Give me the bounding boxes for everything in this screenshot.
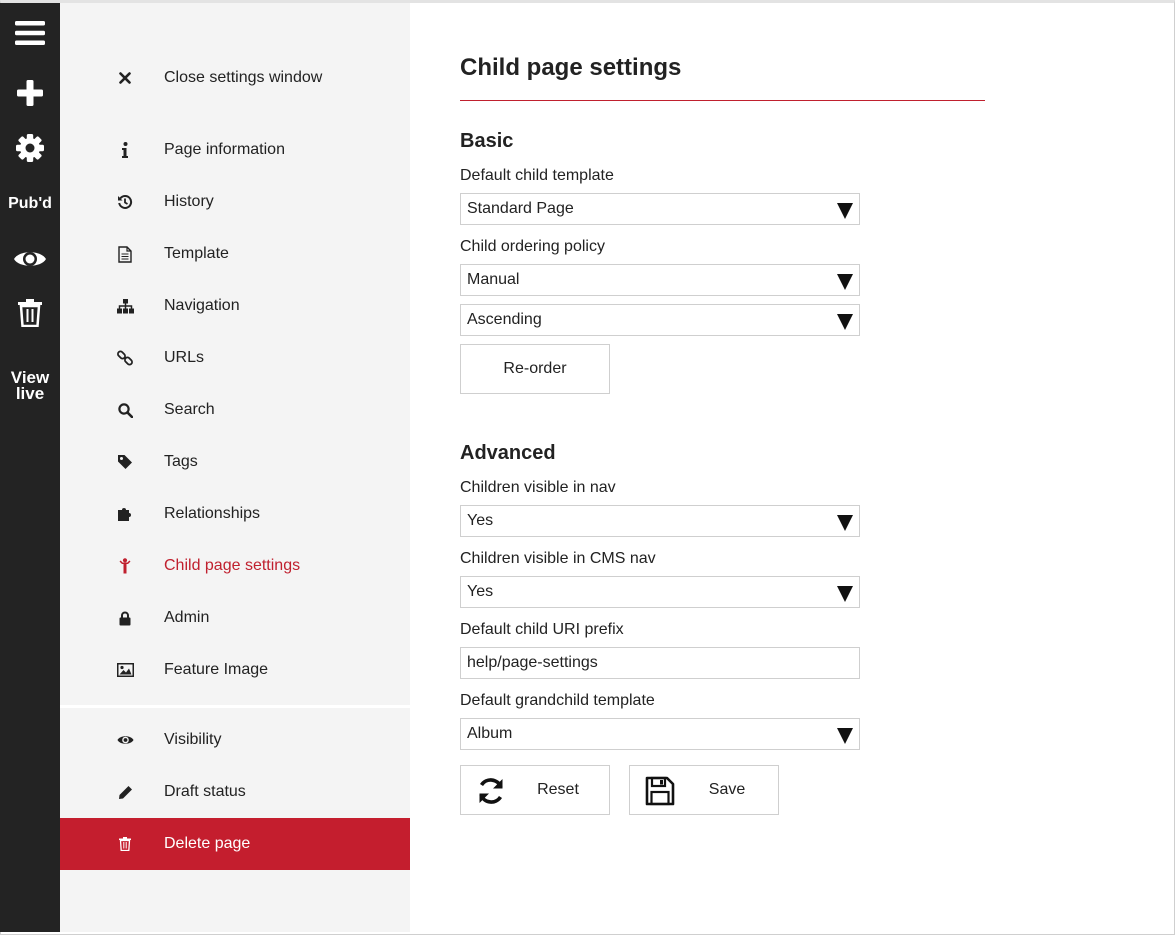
dropdown-arrow-icon	[837, 203, 853, 219]
sidebar-item-page-information[interactable]: Page information	[60, 124, 410, 176]
default-child-template-select[interactable]: Standard Page	[460, 193, 860, 225]
sidebar-divider	[60, 705, 410, 708]
reorder-button-label: Re-order	[503, 360, 567, 377]
select-value: Ascending	[467, 311, 542, 328]
published-status-button[interactable]: Pub'd	[0, 189, 60, 219]
preview-button[interactable]	[0, 241, 60, 277]
sidebar-item-label: Visibility	[164, 731, 222, 748]
select-value: Standard Page	[467, 200, 574, 217]
sidebar-item-child-page-settings[interactable]: Child page settings	[60, 540, 410, 592]
published-status-label: Pub'd	[8, 195, 52, 212]
add-page-button[interactable]	[0, 75, 60, 111]
view-live-line2: live	[15, 384, 45, 403]
delete-page-rail-button[interactable]	[0, 295, 60, 331]
document-icon	[116, 245, 134, 263]
save-button-label: Save	[708, 781, 746, 798]
sidebar-item-label: Feature Image	[164, 661, 269, 678]
trash-icon	[116, 835, 134, 853]
dropdown-arrow-icon	[837, 314, 853, 330]
history-icon	[116, 193, 134, 211]
sidebar-item-label: Tags	[164, 453, 198, 470]
default-child-uri-prefix-input[interactable]	[460, 647, 860, 679]
select-value: Yes	[467, 512, 494, 529]
sidebar-item-label: Search	[164, 401, 215, 418]
sidebar-item-draft-status[interactable]: Draft status	[60, 766, 410, 818]
sidebar-item-template[interactable]: Template	[60, 228, 410, 280]
select-value: Manual	[467, 271, 520, 288]
view-live-button[interactable]: View live	[0, 366, 60, 406]
eye-icon	[14, 252, 46, 266]
sidebar-item-label: Page information	[164, 141, 285, 158]
settings-sidebar: Close settings window Page information H…	[60, 3, 410, 932]
gear-icon	[16, 134, 44, 162]
children-visible-nav-label: Children visible in nav	[460, 479, 616, 496]
link-icon	[116, 349, 134, 367]
sidebar-item-label: History	[164, 193, 214, 210]
eye-icon	[116, 731, 134, 749]
select-value: Album	[467, 725, 513, 742]
sidebar-item-label: Delete page	[164, 835, 251, 852]
sidebar-item-label: URLs	[164, 349, 205, 366]
sidebar-item-label: Close settings window	[164, 69, 323, 86]
sidebar-item-label: Relationships	[164, 505, 261, 522]
default-grandchild-template-select[interactable]: Album	[460, 718, 860, 750]
dropdown-arrow-icon	[837, 728, 853, 744]
child-ordering-direction-select[interactable]: Ascending	[460, 304, 860, 336]
icon-rail: Pub'd View live	[0, 3, 60, 932]
sidebar-item-tags[interactable]: Tags	[60, 436, 410, 488]
title-divider	[460, 100, 985, 101]
sidebar-item-feature-image[interactable]: Feature Image	[60, 644, 410, 696]
advanced-section-heading: Advanced	[460, 442, 556, 464]
menu-button[interactable]	[0, 15, 60, 51]
select-value: Yes	[467, 583, 494, 600]
sidebar-item-close-settings[interactable]: Close settings window	[60, 52, 410, 104]
reset-button[interactable]: Reset	[460, 765, 610, 815]
page-title: Child page settings	[460, 54, 682, 81]
children-visible-cms-nav-select[interactable]: Yes	[460, 576, 860, 608]
sidebar-item-visibility[interactable]: Visibility	[60, 714, 410, 766]
sidebar-item-urls[interactable]: URLs	[60, 332, 410, 384]
sidebar-item-label: Template	[164, 245, 229, 262]
settings-button[interactable]	[0, 130, 60, 166]
sidebar-item-label: Admin	[164, 609, 210, 626]
sidebar-item-history[interactable]: History	[60, 176, 410, 228]
sidebar-item-label: Child page settings	[164, 557, 301, 574]
default-grandchild-template-label: Default grandchild template	[460, 692, 655, 709]
dropdown-arrow-icon	[837, 515, 853, 531]
dropdown-arrow-icon	[837, 586, 853, 602]
search-icon	[116, 401, 134, 419]
children-visible-nav-select[interactable]: Yes	[460, 505, 860, 537]
reset-button-label: Reset	[537, 781, 579, 798]
sidebar-item-label: Navigation	[164, 297, 240, 314]
sidebar-item-delete-page[interactable]: Delete page	[60, 818, 410, 870]
dropdown-arrow-icon	[837, 274, 853, 290]
pencil-icon	[116, 783, 134, 801]
info-icon	[116, 141, 134, 159]
default-child-template-label: Default child template	[460, 167, 614, 184]
puzzle-icon	[116, 505, 134, 523]
sidebar-item-navigation[interactable]: Navigation	[60, 280, 410, 332]
sidebar-item-search[interactable]: Search	[60, 384, 410, 436]
child-icon	[116, 557, 134, 575]
sidebar-item-admin[interactable]: Admin	[60, 592, 410, 644]
close-icon	[116, 69, 134, 87]
save-button[interactable]: Save	[629, 765, 779, 815]
sidebar-item-relationships[interactable]: Relationships	[60, 488, 410, 540]
image-icon	[116, 661, 134, 679]
tag-icon	[116, 453, 134, 471]
view-live-label: View live	[10, 369, 50, 403]
plus-icon	[17, 80, 43, 106]
child-ordering-policy-select[interactable]: Manual	[460, 264, 860, 296]
menu-icon	[15, 21, 45, 45]
basic-section-heading: Basic	[460, 130, 514, 152]
sitemap-icon	[116, 297, 134, 315]
child-ordering-policy-label: Child ordering policy	[460, 238, 605, 255]
sidebar-item-label: Draft status	[164, 783, 246, 800]
lock-icon	[116, 609, 134, 627]
default-child-uri-prefix-label: Default child URI prefix	[460, 621, 624, 638]
trash-icon	[18, 299, 42, 327]
children-visible-cms-nav-label: Children visible in CMS nav	[460, 550, 656, 567]
reorder-button[interactable]: Re-order	[460, 344, 610, 394]
